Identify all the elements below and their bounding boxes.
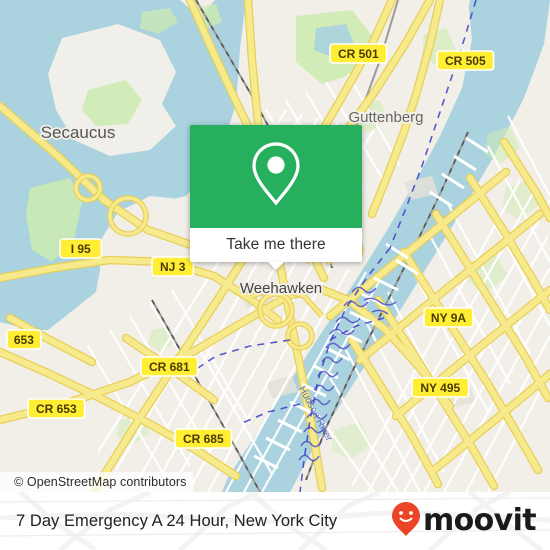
- road-shield: CR 681: [140, 356, 199, 377]
- moovit-wordmark: moovit: [422, 503, 537, 538]
- map-place-label-text: Weehawken: [240, 280, 322, 297]
- moovit-map-screenshot: Secaucus Secaucus Guttenberg Guttenberg Weeh…: [0, 0, 550, 550]
- map-pin-icon: [248, 140, 304, 213]
- page-title: 7 Day Emergency A 24 Hour, New York City: [16, 511, 338, 530]
- road-shield: NY 495: [411, 377, 470, 398]
- map-place-label-text: Guttenberg: [348, 109, 423, 126]
- place-popup[interactable]: Take me there: [190, 125, 362, 270]
- road-shield: NJ 3: [151, 256, 195, 277]
- road-shield: CR 505: [436, 50, 495, 71]
- road-shield: 653: [6, 329, 42, 350]
- road-shield: CR 685: [174, 428, 233, 449]
- road-shield-label: CR 501: [338, 47, 379, 61]
- road-shield-label: NY 495: [420, 381, 460, 395]
- footer-bar: 7 Day Emergency A 24 Hour, New York City…: [0, 492, 550, 550]
- road-shield-label: CR 681: [149, 360, 190, 374]
- map-place-label-text: Secaucus: [41, 123, 116, 142]
- popup-header: [190, 125, 362, 228]
- road-shield: I 95: [59, 238, 103, 259]
- moovit-pin-icon: [391, 501, 421, 542]
- road-shield-label: CR 685: [183, 432, 224, 446]
- map-place-label: WeehawkenWeehawken: [238, 278, 324, 299]
- popup-footer[interactable]: Take me there: [190, 228, 362, 270]
- road-shield-label: 653: [14, 333, 34, 347]
- map-place-label: SecaucusSecaucus: [39, 121, 117, 144]
- map-place-label: GuttenbergGuttenberg: [347, 107, 426, 128]
- moovit-logo[interactable]: moovit: [391, 492, 537, 550]
- popup-tail: [268, 262, 284, 270]
- road-shield: NY 9A: [423, 307, 474, 328]
- osm-attribution[interactable]: © OpenStreetMap contributors: [0, 472, 193, 492]
- road-shield-label: CR 505: [445, 54, 486, 68]
- road-shield-label: NJ 3: [160, 260, 186, 274]
- road-shield: CR 501: [329, 43, 388, 64]
- road-shield-label: I 95: [71, 242, 91, 256]
- take-me-there-button[interactable]: Take me there: [226, 236, 326, 254]
- road-shield-label: NY 9A: [431, 311, 466, 325]
- road-shield: CR 653: [27, 398, 86, 419]
- road-shield-label: CR 653: [36, 402, 77, 416]
